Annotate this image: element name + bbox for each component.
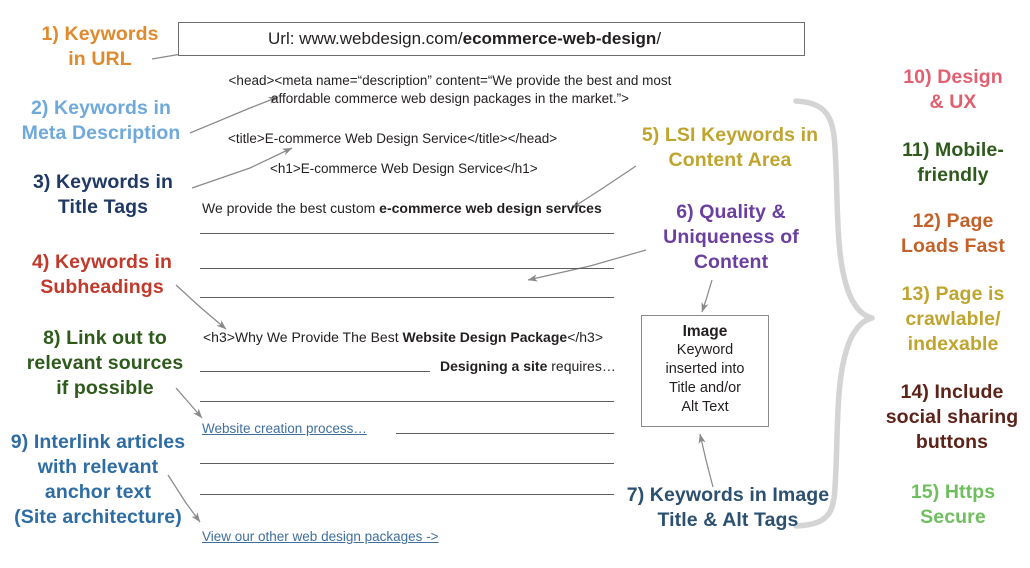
bottom-anchor-link[interactable]: View our other web design packages -> [202,529,439,544]
content-rule [200,268,614,269]
designing-a-site-line: Designing a site requires… [440,358,616,374]
url-bar-text: Url: www.webdesign.com/ecommerce-web-des… [268,29,662,48]
annotation-15-https-secure: 15) Https Secure [910,481,996,528]
annotation-1-keywords-in-url: 1) Keywords in URL [41,23,159,70]
annotation-4-keywords-in-subheadings: 4) Keywords in Subheadings [31,251,173,298]
annotation-13-page-is-crawlable-indexable: 13) Page is crawlable/ indexable [901,283,1005,355]
content-intro-line: We provide the best custom e-commerce we… [202,200,602,216]
content-rule [200,233,614,234]
h1-tag-code: <h1>E-commerce Web Design Service</h1> [270,161,538,176]
annotation-12-page-loads-fast: 12) Page Loads Fast [901,210,1005,257]
image-box-title: Image [682,323,728,340]
annotation-11-mobile-friendly: 11) Mobile- friendly [902,139,1004,186]
annotation-2-keywords-in-meta-description: 2) Keywords in Meta Description [21,97,181,144]
meta-description-code: <head><meta name=“description” content=“… [228,73,672,106]
content-rule [200,463,614,464]
annotation-6-quality-uniqueness-of-content: 6) Quality & Uniqueness of Content [663,201,799,273]
inline-anchor-link[interactable]: Website creation process… [202,421,367,436]
content-rule [200,371,430,372]
annotation-8-link-out-to-relevant-sources: 8) Link out to relevant sources if possi… [26,327,184,399]
annotation-5-lsi-keywords-in-content-area: 5) LSI Keywords in Content Area [641,124,819,171]
annotation-10-design-ux: 10) Design & UX [903,66,1003,113]
title-tag-code: <title>E-commerce Web Design Service</ti… [228,131,558,146]
content-rule [396,433,614,434]
content-rule [200,494,614,495]
annotation-14-include-social-sharing-buttons: 14) Include social sharing buttons [885,381,1019,453]
annotation-9-interlink-articles: 9) Interlink articles with relevant anch… [10,431,186,528]
annotation-7-keywords-in-image-title-alt-tags: 7) Keywords in Image Title & Alt Tags [626,484,830,531]
content-rule [200,401,614,402]
arrow-6-quality [527,249,647,282]
annotation-3-keywords-in-title-tags: 3) Keywords in Title Tags [32,171,174,218]
content-rule [200,297,614,298]
h3-subheading-line: <h3>Why We Provide The Best Website Desi… [203,329,604,345]
image-placeholder-box: Image Keyword inserted into Title and/or… [641,315,769,427]
arrow-6-quality-down [701,279,713,313]
image-box-body: Keyword inserted into Title and/or Alt T… [665,342,745,415]
arrow-7-image [698,433,714,488]
seo-diagram-canvas: Url: www.webdesign.com/ecommerce-web-des… [0,0,1030,568]
